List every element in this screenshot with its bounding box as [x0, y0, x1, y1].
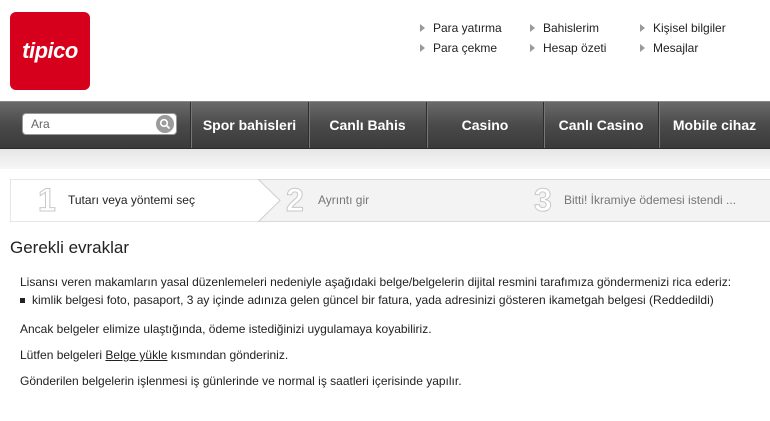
- arrow-right-icon: [530, 24, 535, 32]
- paragraph-processing: Ancak belgeler elimize ulaştığında, ödem…: [20, 322, 432, 336]
- search-button[interactable]: [156, 115, 174, 133]
- deposit-link-label: Para yatırma: [433, 21, 502, 35]
- search-icon: [159, 118, 171, 130]
- personal-info-link-label: Kişisel bilgiler: [653, 21, 726, 35]
- nav-search: [0, 102, 190, 148]
- bullet-icon: [20, 298, 25, 303]
- my-bets-link[interactable]: Bahislerim: [530, 20, 599, 36]
- upload-text-after: kısmından gönderiniz.: [167, 348, 289, 362]
- withdraw-link[interactable]: Para çekme: [420, 40, 497, 56]
- nav-item-sports-betting[interactable]: Spor bahisleri: [190, 102, 308, 148]
- account-links: Para yatırma Bahislerim Kişisel bilgiler…: [420, 20, 770, 70]
- document-text: kimlik belgesi foto, pasaport, 3 ay için…: [32, 293, 714, 307]
- account-summary-link-label: Hesap özeti: [543, 41, 607, 55]
- header: tipico Para yatırma Bahislerim Kişisel b…: [0, 0, 770, 100]
- step-3-label: Bitti! İkramiye ödemesi istendi ...: [564, 193, 737, 207]
- list-item: kimlik belgesi foto, pasaport, 3 ay için…: [20, 292, 714, 308]
- nav-item-casino[interactable]: Casino: [426, 102, 543, 148]
- step-3: 3 Bitti! İkramiye ödemesi istendi ...: [530, 179, 770, 222]
- arrow-right-icon: [640, 44, 645, 52]
- withdrawal-steps: 1 Tutarı veya yöntemi seç 2 Ayrıntı gir …: [10, 179, 770, 222]
- tipico-logo[interactable]: tipico: [10, 12, 90, 90]
- messages-link-label: Mesajlar: [653, 41, 699, 55]
- my-bets-link-label: Bahislerim: [543, 21, 600, 35]
- search-input[interactable]: [31, 116, 146, 132]
- nav-item-live-betting[interactable]: Canlı Bahis: [308, 102, 426, 148]
- logo-text: tipico: [22, 38, 78, 63]
- page-title: Gerekli evraklar: [10, 238, 130, 257]
- arrow-right-icon: [530, 44, 535, 52]
- deposit-link[interactable]: Para yatırma: [420, 20, 502, 36]
- nav-item-mobile[interactable]: Mobile cihaz: [658, 102, 770, 148]
- nav-divider-band: [0, 149, 770, 169]
- step-2-label: Ayrıntı gir: [318, 193, 370, 207]
- upload-documents-link[interactable]: Belge yükle: [105, 348, 167, 362]
- paragraph-upload: Lütfen belgeleri Belge yükle kısmından g…: [20, 347, 288, 363]
- paragraph-business-hours: Gönderilen belgelerin işlenmesi iş günle…: [20, 374, 462, 388]
- step-3-number: 3: [534, 182, 553, 218]
- withdraw-link-label: Para çekme: [433, 41, 498, 55]
- intro-text: Lisansı veren makamların yasal düzenleme…: [20, 275, 732, 289]
- arrow-right-icon: [420, 44, 425, 52]
- messages-link[interactable]: Mesajlar: [640, 40, 698, 56]
- step-2-number: 2: [286, 182, 305, 218]
- search-box: [22, 113, 177, 135]
- step-1-number: 1: [38, 182, 57, 218]
- account-summary-link[interactable]: Hesap özeti: [530, 40, 606, 56]
- main-nav: Spor bahisleri Canlı Bahis Casino Canlı …: [0, 101, 770, 149]
- personal-info-link[interactable]: Kişisel bilgiler: [640, 20, 726, 36]
- step-2: 2 Ayrıntı gir: [280, 179, 520, 222]
- arrow-right-icon: [640, 24, 645, 32]
- arrow-right-icon: [420, 24, 425, 32]
- upload-text-before: Lütfen belgeleri: [20, 348, 106, 362]
- step-1-label: Tutarı veya yöntemi seç: [68, 193, 195, 207]
- nav-item-live-casino[interactable]: Canlı Casino: [543, 102, 658, 148]
- step-1: 1 Tutarı veya yöntemi seç: [10, 179, 270, 222]
